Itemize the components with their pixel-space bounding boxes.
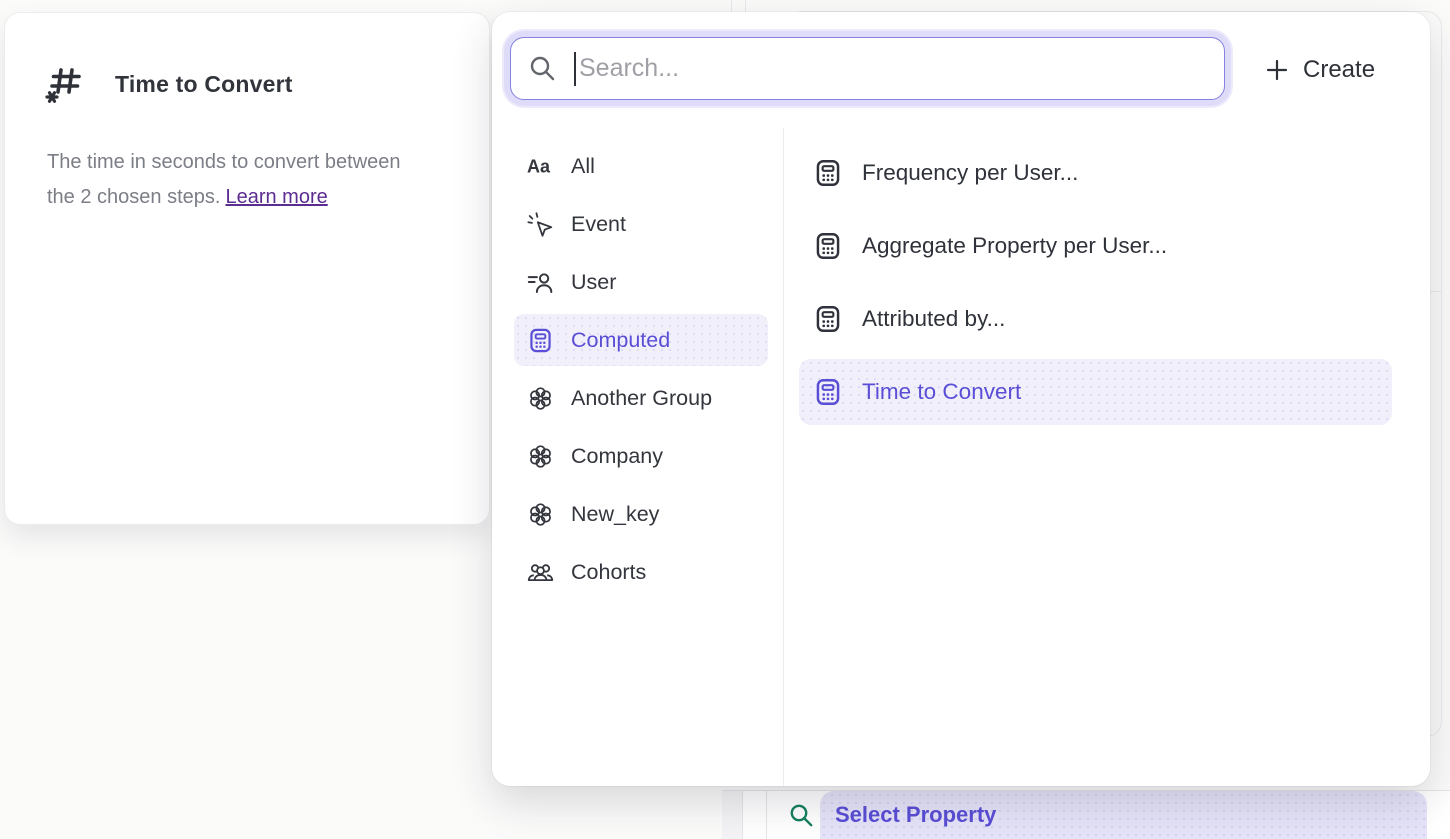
category-label: New_key — [571, 502, 659, 527]
bottom-bar-gutter — [722, 791, 743, 839]
aa-icon: Aa — [527, 153, 554, 180]
computed-number-icon — [41, 61, 87, 107]
calculator-icon — [813, 158, 843, 188]
category-label: User — [571, 270, 616, 295]
result-aggregate-property-per-user[interactable]: Aggregate Property per User... — [799, 213, 1392, 279]
select-property-field[interactable]: Select Property — [820, 791, 1427, 839]
property-picker-popover: Create Aa All — [492, 12, 1430, 786]
tooltip-description: The time in seconds to convert between t… — [47, 145, 449, 215]
result-label: Time to Convert — [862, 379, 1021, 405]
result-time-to-convert[interactable]: Time to Convert — [799, 359, 1392, 425]
category-company[interactable]: Company — [514, 430, 768, 482]
category-label: Cohorts — [571, 560, 646, 585]
tooltip-title: Time to Convert — [115, 71, 293, 98]
tooltip-description-line1: The time in seconds to convert between — [47, 151, 401, 173]
result-label: Attributed by... — [862, 306, 1005, 332]
result-label: Aggregate Property per User... — [862, 233, 1167, 259]
category-computed[interactable]: Computed — [514, 314, 768, 366]
create-button-label: Create — [1303, 56, 1375, 84]
search-input[interactable] — [511, 38, 1224, 99]
category-all[interactable]: Aa All — [514, 140, 768, 192]
underlying-card-tick — [1430, 291, 1441, 292]
group-icon — [527, 501, 554, 528]
group-icon — [527, 385, 554, 412]
category-label: Company — [571, 444, 663, 469]
result-label: Frequency per User... — [862, 160, 1078, 186]
tooltip-header: Time to Convert — [5, 13, 489, 107]
tooltip-description-line2: the 2 chosen steps. — [47, 186, 220, 208]
cohorts-icon — [527, 559, 554, 586]
select-property-label: Select Property — [835, 802, 996, 828]
event-icon — [527, 211, 554, 238]
group-icon — [527, 443, 554, 470]
category-new-key[interactable]: New_key — [514, 488, 768, 540]
category-list: Aa All — [514, 140, 768, 598]
category-cohorts[interactable]: Cohorts — [514, 546, 768, 598]
result-frequency-per-user[interactable]: Frequency per User... — [799, 140, 1392, 206]
calculator-icon — [813, 377, 843, 407]
property-search-icon — [788, 802, 814, 828]
bottom-bar-divider — [766, 791, 767, 839]
create-button[interactable]: Create — [1264, 50, 1375, 90]
category-event[interactable]: Event — [514, 198, 768, 250]
calculator-icon — [813, 231, 843, 261]
plus-icon — [1264, 57, 1290, 83]
result-attributed-by[interactable]: Attributed by... — [799, 286, 1392, 352]
svg-text:Aa: Aa — [527, 156, 551, 176]
calculator-icon — [527, 327, 554, 354]
popover-column-divider — [783, 128, 784, 786]
category-label: All — [571, 154, 595, 179]
search-field — [510, 37, 1225, 100]
screen: { "tooltip": { "title": "Time to Convert… — [0, 0, 1450, 838]
query-builder-bottom-bar: Select Property — [722, 790, 1450, 839]
property-tooltip-card: Time to Convert The time in seconds to c… — [4, 12, 490, 525]
category-another-group[interactable]: Another Group — [514, 372, 768, 424]
learn-more-link[interactable]: Learn more — [225, 186, 327, 208]
category-label: Another Group — [571, 386, 712, 411]
category-label: Event — [571, 212, 626, 237]
category-user[interactable]: User — [514, 256, 768, 308]
user-icon — [527, 269, 554, 296]
calculator-icon — [813, 304, 843, 334]
category-label: Computed — [571, 328, 670, 353]
property-results-list: Frequency per User... Aggregate P — [799, 140, 1392, 425]
